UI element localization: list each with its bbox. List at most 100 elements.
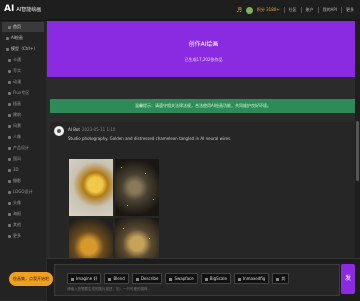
chip-label: Blend — [113, 276, 125, 281]
brush-icon — [6, 36, 9, 40]
sidebar-item-models[interactable]: 模型（Ctrl+） — [2, 44, 44, 54]
sidebar-item-ai-draw[interactable]: AI绘画 — [2, 33, 44, 43]
category-icon — [8, 91, 11, 95]
send-button[interactable]: 发 — [341, 264, 355, 294]
app-logo[interactable]: AI AI智能绘画 — [4, 4, 41, 14]
logo-subtitle: AI智能绘画 — [16, 7, 42, 13]
chip-describe[interactable]: Describe — [131, 273, 163, 284]
sidebar-item-label: 头像 — [13, 200, 21, 205]
hero-banner: 创作AI绘画 已生成17,202张作品 — [47, 21, 360, 77]
category-icon — [8, 102, 11, 106]
nav-item-account[interactable]: 账户 — [306, 7, 314, 13]
sidebar-item-label: 3D — [13, 167, 19, 172]
sidebar-item-poster[interactable]: 海报 — [2, 209, 44, 219]
message-card: AI Bot 2023-05-11 1:10 Studio photography… — [50, 122, 356, 279]
command-icon — [169, 277, 173, 281]
light-spark — [127, 205, 128, 206]
category-icon — [8, 201, 11, 205]
light-spark — [153, 199, 154, 200]
sidebar-item-label: LOGO设计 — [13, 189, 33, 194]
nav-item-more[interactable]: 更多 — [346, 7, 354, 13]
sidebar: 首页 AI绘画 模型（Ctrl+） 卡通 写实 动漫 Flux专区 插画 建筑 … — [0, 21, 46, 300]
sidebar-item-portrait[interactable]: 人像 — [2, 132, 44, 142]
category-icon — [8, 223, 11, 227]
chip-label: Swapface — [174, 276, 194, 281]
sidebar-item-realistic[interactable]: 写实 — [2, 66, 44, 76]
sidebar-item-chinese-style[interactable]: 国风 — [2, 154, 44, 164]
scroll-thumb[interactable] — [356, 121, 359, 181]
floating-tip-button[interactable]: 绘画集，点我开始吧 — [9, 272, 53, 286]
sidebar-item-label: 写实 — [13, 68, 21, 73]
sidebar-item-label: 插画 — [13, 101, 21, 106]
category-icon — [8, 168, 11, 172]
chip-label: Inmaxedfig — [242, 276, 266, 281]
chip-bigscale[interactable]: BigScale — [200, 273, 231, 284]
sidebar-item-label: 海报 — [13, 211, 21, 216]
nav-item-community[interactable]: 社区 — [289, 7, 297, 13]
sidebar-item-label: 风景 — [13, 123, 21, 128]
sidebar-item-landscape[interactable]: 风景 — [2, 121, 44, 131]
sidebar-item-photography[interactable]: 摄影 — [2, 176, 44, 186]
divider — [283, 7, 285, 13]
avatar-icon[interactable] — [245, 6, 253, 14]
prompt-placeholder: 请输入您想要生成的图片描述，如：一只可爱的猫咪... — [67, 287, 151, 291]
nav-item-api[interactable]: 我的API — [323, 7, 337, 13]
chameleon-image-1[interactable] — [69, 159, 113, 216]
sidebar-item-label: 模型（Ctrl+） — [11, 46, 38, 51]
light-spark — [123, 228, 124, 229]
light-spark — [149, 238, 150, 239]
top-nav: ♬ 积分 3180+ 社区 账户 我的API 更多 — [236, 6, 354, 14]
bot-name: AI Bot — [68, 127, 80, 132]
message-header: AI Bot 2023-05-11 1:10 — [68, 127, 115, 132]
sidebar-item-label: 国风 — [13, 156, 21, 161]
prompt-input-area[interactable]: Imagine 好 Blend Describe Swapface BigSca… — [54, 264, 340, 296]
sidebar-item-other[interactable]: 其他 — [2, 220, 44, 230]
sidebar-item-label: 更多 — [13, 233, 21, 238]
sidebar-item-avatar[interactable]: 头像 — [2, 198, 44, 208]
bell-icon[interactable]: ♬ — [236, 7, 241, 14]
category-icon — [8, 157, 11, 161]
command-icon — [204, 277, 208, 281]
sidebar-item-more[interactable]: 更多 — [2, 231, 44, 241]
notice-banner: 温馨提示：请遵守相关法律法规，合法使用AI绘画功能，共同维护良好环境。 — [50, 99, 356, 113]
category-icon — [8, 212, 11, 216]
sidebar-item-label: 摄影 — [13, 178, 21, 183]
composer-bar: Imagine 好 Blend Describe Swapface BigSca… — [47, 258, 360, 301]
model-icon — [6, 47, 9, 51]
divider — [300, 7, 302, 13]
category-icon — [8, 146, 11, 150]
chip-swapface[interactable]: Swapface — [165, 273, 198, 284]
divider — [341, 7, 342, 13]
sidebar-item-cartoon[interactable]: 卡通 — [2, 55, 44, 65]
category-icon — [8, 135, 11, 139]
sidebar-item-flux[interactable]: Flux专区 — [2, 88, 44, 98]
command-icon — [108, 277, 112, 281]
hero-title: 创作AI绘画 — [188, 41, 219, 48]
sidebar-item-label: 首页 — [13, 24, 21, 29]
chip-label: BigScale — [209, 276, 227, 281]
category-icon — [8, 234, 11, 238]
sidebar-item-illustration[interactable]: 插画 — [2, 99, 44, 109]
light-spark — [121, 167, 122, 168]
chip-label: Describe — [140, 276, 159, 281]
sidebar-item-label: 人像 — [13, 134, 21, 139]
category-icon — [8, 80, 11, 84]
sidebar-item-product[interactable]: 产品设计 — [2, 143, 44, 153]
top-bar: AI AI智能绘画 ♬ 积分 3180+ 社区 账户 我的API 更多 — [0, 0, 360, 21]
chip-inmaxedfig[interactable]: Inmaxedfig — [233, 273, 270, 284]
chameleon-image-2[interactable] — [115, 159, 159, 216]
main-scrollbar[interactable] — [355, 21, 360, 258]
sidebar-item-3d[interactable]: 3D — [2, 165, 44, 175]
sidebar-item-logo[interactable]: LOGO设计 — [2, 187, 44, 197]
sidebar-item-label: 动漫 — [13, 79, 21, 84]
chip-blend[interactable]: Blend — [104, 273, 129, 284]
category-icon — [8, 179, 11, 183]
points-badge[interactable]: 积分 3180+ — [257, 7, 280, 13]
command-chips: Imagine 好 Blend Describe Swapface BigSca… — [67, 273, 290, 284]
chip-imagine[interactable]: Imagine 好 — [67, 273, 102, 284]
sidebar-item-architecture[interactable]: 建筑 — [2, 110, 44, 120]
chip-other[interactable]: 其 — [272, 273, 290, 284]
sidebar-item-home[interactable]: 首页 — [2, 22, 44, 32]
sidebar-item-anime[interactable]: 动漫 — [2, 77, 44, 87]
logo-text: AI — [4, 4, 15, 14]
